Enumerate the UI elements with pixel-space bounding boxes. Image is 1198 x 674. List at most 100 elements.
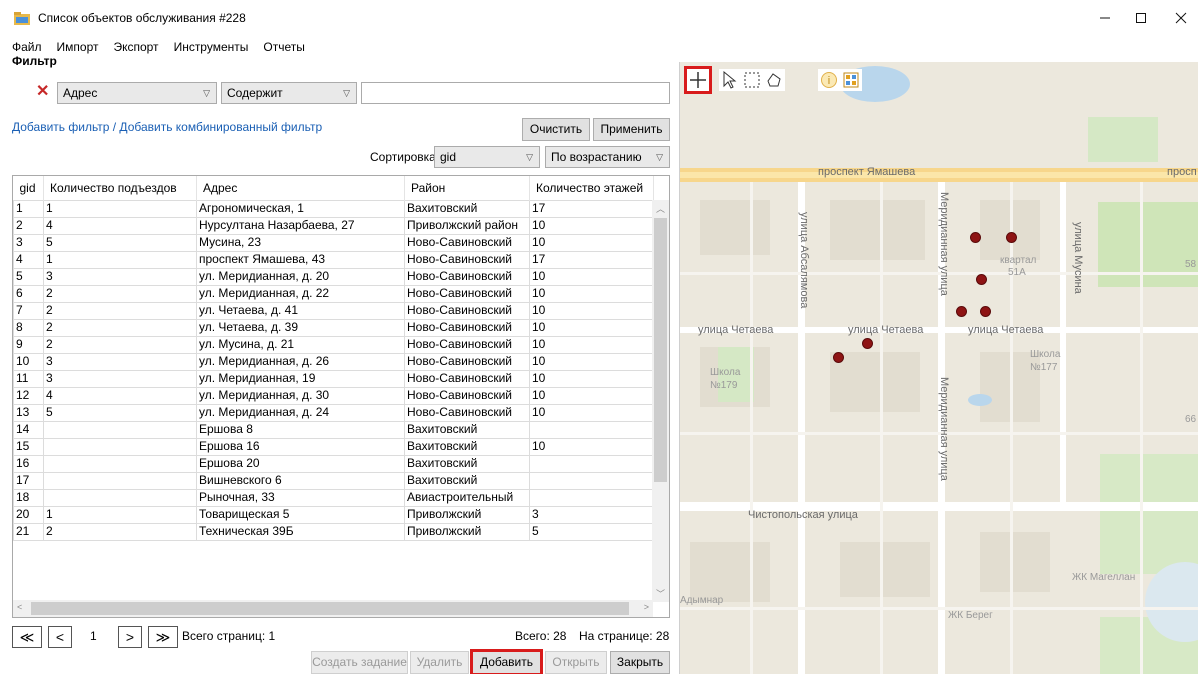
polygon-select-icon xyxy=(767,73,781,87)
column-header-gid[interactable]: gid xyxy=(13,176,44,200)
table-cell: 10 xyxy=(529,352,654,371)
filter-value-input[interactable] xyxy=(361,82,670,104)
sort-field-select[interactable]: gid ▽ xyxy=(434,146,540,168)
scroll-left-icon[interactable]: < xyxy=(17,602,22,612)
table-cell: Авиастроительный xyxy=(404,488,530,507)
next-page-button[interactable]: > xyxy=(118,626,142,648)
menu-export[interactable]: Экспорт xyxy=(104,38,164,56)
map-object-marker[interactable] xyxy=(956,306,967,317)
table-row[interactable]: 4 1 проспект Ямашева, 43 Ново-Савиновский 17 xyxy=(13,250,654,269)
close-window-button[interactable] xyxy=(1158,0,1198,36)
poi-label: квартал xyxy=(1000,255,1037,266)
table-cell: Ершова 20 xyxy=(196,454,405,473)
close-button[interactable]: Закрыть xyxy=(610,651,670,674)
filter-condition-select[interactable]: Содержит ▽ xyxy=(221,82,357,104)
chevron-down-icon: ▽ xyxy=(526,152,533,162)
add-filter-link[interactable]: Добавить фильтр / Добавить комбинированн… xyxy=(12,120,322,134)
plus-icon xyxy=(690,72,706,88)
table-row[interactable]: 1 1 Агрономическая, 1 Вахитовский 17 xyxy=(13,199,654,218)
scroll-down-icon[interactable]: ﹀ xyxy=(656,587,665,600)
column-header-floors[interactable]: Количество этажей xyxy=(529,176,654,200)
create-task-button[interactable]: Создать задание xyxy=(311,651,408,674)
map-view[interactable]: i проспект Ямашева просп улица Абсалямов… xyxy=(679,62,1198,674)
table-row[interactable]: 8 2 ул. Четаева, д. 39 Ново-Савиновский 10 xyxy=(13,318,654,337)
horizontal-scroll-thumb[interactable] xyxy=(31,602,629,615)
first-page-button[interactable]: ≪ xyxy=(12,626,42,648)
table-cell: проспект Ямашева, 43 xyxy=(196,250,405,269)
vertical-scrollbar[interactable]: ︿ ﹀ xyxy=(652,200,669,602)
table-cell: Ново-Савиновский xyxy=(404,335,530,354)
table-row[interactable]: 21 2 Техническая 39Б Приволжский 5 xyxy=(13,522,654,541)
remove-filter-icon[interactable]: ✕ xyxy=(36,84,49,100)
add-object-tool[interactable] xyxy=(684,66,712,94)
table-cell: 5 xyxy=(43,233,197,252)
title-bar: Список объектов обслуживания #228 xyxy=(0,0,1198,36)
select-tool[interactable] xyxy=(719,69,741,91)
filter-field-select[interactable]: Адрес ▽ xyxy=(57,82,217,104)
map-object-marker[interactable] xyxy=(976,274,987,285)
table-row[interactable]: 11 3 ул. Меридианная, 19 Ново-Савиновский 10 xyxy=(13,369,654,388)
table-row[interactable]: 15 Ершова 16 Вахитовский 10 xyxy=(13,437,654,456)
table-cell: ул. Меридианная, д. 24 xyxy=(196,403,405,422)
clear-filter-button[interactable]: Очистить xyxy=(522,118,590,141)
apply-filter-button[interactable]: Применить xyxy=(593,118,670,141)
table-row[interactable]: 3 5 Мусина, 23 Ново-Савиновский 10 xyxy=(13,233,654,252)
zoom-extent-icon xyxy=(843,72,859,88)
table-cell: ул. Меридианная, д. 20 xyxy=(196,267,405,286)
delete-button[interactable]: Удалить xyxy=(410,651,469,674)
prev-page-button[interactable]: < xyxy=(48,626,72,648)
table-row[interactable]: 17 Вишневского 6 Вахитовский xyxy=(13,471,654,490)
polygon-select-tool[interactable] xyxy=(763,69,785,91)
table-row[interactable]: 10 3 ул. Меридианная, д. 26 Ново-Савиновски… xyxy=(13,352,654,371)
column-header-address[interactable]: Адрес xyxy=(196,176,405,200)
table-row[interactable]: 14 Ершова 8 Вахитовский xyxy=(13,420,654,439)
table-cell: Приволжский xyxy=(404,505,530,524)
table-cell: Приволжский район xyxy=(404,216,530,235)
menu-tools[interactable]: Инструменты xyxy=(165,38,255,56)
table-row[interactable]: 20 1 Товарищеская 5 Приволжский 3 xyxy=(13,505,654,524)
map-object-marker[interactable] xyxy=(980,306,991,317)
table-cell: 10 xyxy=(529,216,654,235)
table-cell: 18 xyxy=(13,488,44,507)
table-cell: 10 xyxy=(529,335,654,354)
table-row[interactable]: 5 3 ул. Меридианная, д. 20 Ново-Савиновский… xyxy=(13,267,654,286)
map-object-marker[interactable] xyxy=(833,352,844,363)
map-object-marker[interactable] xyxy=(862,338,873,349)
table-row[interactable]: 16 Ершова 20 Вахитовский xyxy=(13,454,654,473)
map-object-marker[interactable] xyxy=(1006,232,1017,243)
table-cell: 4 xyxy=(43,216,197,235)
table-cell xyxy=(43,454,197,473)
table-row[interactable]: 2 4 Нурсултана Назарбаева, 27 Приволжский р… xyxy=(13,216,654,235)
svg-text:i: i xyxy=(828,75,830,87)
scroll-up-icon[interactable]: ︿ xyxy=(656,202,665,215)
add-button[interactable]: Добавить xyxy=(470,649,543,674)
column-header-entrances[interactable]: Количество подъездов xyxy=(43,176,197,200)
scroll-right-icon[interactable]: > xyxy=(644,602,649,612)
table-cell: Рыночная, 33 xyxy=(196,488,405,507)
map-object-marker[interactable] xyxy=(970,232,981,243)
table-row[interactable]: 9 2 ул. Мусина, д. 21 Ново-Савиновский 10 xyxy=(13,335,654,354)
table-cell: Ершова 16 xyxy=(196,437,405,456)
table-row[interactable]: 13 5 ул. Меридианная, д. 24 Ново-Савиновски… xyxy=(13,403,654,422)
horizontal-scrollbar[interactable]: < > xyxy=(13,600,653,617)
table-row[interactable]: 6 2 ул. Меридианная, д. 22 Ново-Савиновский… xyxy=(13,284,654,303)
total-count-label: Всего: 28 xyxy=(515,629,567,643)
menu-reports[interactable]: Отчеты xyxy=(254,38,310,56)
vertical-scroll-thumb[interactable] xyxy=(654,218,667,482)
rectangle-select-tool[interactable] xyxy=(741,69,763,91)
sort-order-select[interactable]: По возрастанию ▽ xyxy=(545,146,670,168)
street-label: просп xyxy=(1167,166,1197,178)
zoom-extent-tool[interactable] xyxy=(840,69,862,91)
info-tool[interactable]: i xyxy=(818,69,840,91)
poi-label: Школа xyxy=(710,367,741,378)
table-cell: 1 xyxy=(43,199,197,218)
last-page-button[interactable]: ≫ xyxy=(148,626,178,648)
column-header-district[interactable]: Район xyxy=(404,176,530,200)
open-button[interactable]: Открыть xyxy=(545,651,607,674)
table-row[interactable]: 18 Рыночная, 33 Авиастроительный xyxy=(13,488,654,507)
table-cell: 1 xyxy=(43,250,197,269)
table-cell: 3 xyxy=(43,267,197,286)
table-row[interactable]: 7 2 ул. Четаева, д. 41 Ново-Савиновский 10 xyxy=(13,301,654,320)
table-row[interactable]: 12 4 ул. Меридианная, д. 30 Ново-Савиновски… xyxy=(13,386,654,405)
street-label: Меридианная улица xyxy=(938,377,950,481)
